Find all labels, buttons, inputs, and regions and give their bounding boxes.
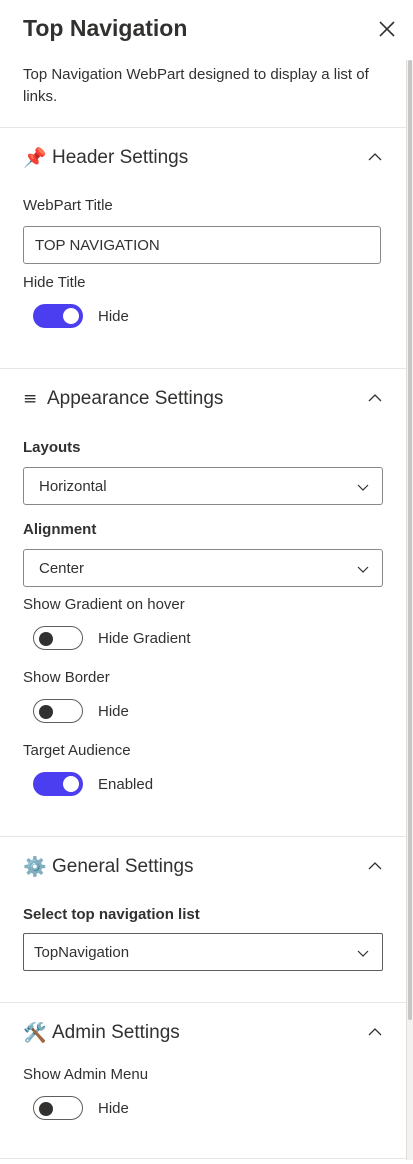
- admin-menu-label: Show Admin Menu: [23, 1066, 149, 1083]
- chevron-up-icon: [368, 862, 382, 870]
- chevron-up-icon: [368, 394, 382, 402]
- admin-menu-state: Hide: [98, 1100, 129, 1117]
- nav-list-label: Select top navigation list: [23, 906, 200, 923]
- divider: [0, 1002, 406, 1003]
- header-settings-title: Header Settings: [52, 147, 189, 168]
- header-settings-toggle[interactable]: 📌 Header Settings: [23, 145, 393, 175]
- hamburger-icon: ≡: [23, 389, 38, 409]
- chevron-down-icon: [357, 484, 369, 491]
- divider: [0, 1158, 406, 1159]
- close-icon: [379, 21, 395, 37]
- chevron-up-icon: [368, 1028, 382, 1036]
- audience-toggle[interactable]: [33, 772, 83, 796]
- hide-title-label: Hide Title: [23, 274, 86, 291]
- webpart-title-input[interactable]: TOP NAVIGATION: [23, 226, 381, 264]
- property-pane: Top Navigation Top Navigation WebPart de…: [0, 0, 413, 1164]
- border-toggle[interactable]: [33, 699, 83, 723]
- admin-settings-title: Admin Settings: [52, 1022, 180, 1043]
- nav-list-value: TopNavigation: [34, 944, 130, 961]
- webpart-title-label: WebPart Title: [23, 197, 113, 214]
- admin-settings-toggle[interactable]: 🛠️ Admin Settings: [23, 1020, 393, 1050]
- scrollbar-thumb[interactable]: [408, 60, 412, 1020]
- audience-label: Target Audience: [23, 742, 131, 759]
- gear-icon: ⚙️: [23, 856, 47, 878]
- close-button[interactable]: [372, 14, 402, 44]
- nav-list-dropdown[interactable]: TopNavigation: [23, 933, 383, 971]
- layouts-label: Layouts: [23, 439, 81, 456]
- chevron-up-icon: [368, 153, 382, 161]
- tools-icon: 🛠️: [23, 1022, 47, 1044]
- audience-state: Enabled: [98, 776, 154, 793]
- gradient-label: Show Gradient on hover: [23, 596, 185, 613]
- alignment-label: Alignment: [23, 521, 97, 538]
- chevron-down-icon: [357, 566, 369, 573]
- toggle-knob: [63, 776, 79, 792]
- webpart-title-value: TOP NAVIGATION: [35, 237, 160, 254]
- pane-description: Top Navigation WebPart designed to displ…: [23, 66, 369, 105]
- divider: [0, 836, 406, 837]
- appearance-settings-title: Appearance Settings: [47, 388, 224, 409]
- border-state: Hide: [98, 703, 129, 720]
- scrollbar[interactable]: [406, 60, 413, 1160]
- pushpin-icon: 📌: [23, 147, 47, 169]
- toggle-knob: [39, 632, 53, 646]
- chevron-down-icon: [357, 950, 369, 957]
- gradient-state: Hide Gradient: [98, 630, 191, 647]
- pane-title: Top Navigation: [23, 15, 188, 41]
- layouts-value: Horizontal: [39, 478, 107, 495]
- admin-menu-toggle[interactable]: [33, 1096, 83, 1120]
- gradient-toggle[interactable]: [33, 626, 83, 650]
- appearance-settings-toggle[interactable]: ≡ Appearance Settings: [23, 386, 393, 416]
- alignment-value: Center: [39, 560, 85, 577]
- layouts-dropdown[interactable]: Horizontal: [23, 467, 383, 505]
- general-settings-title: General Settings: [52, 856, 194, 877]
- divider: [0, 127, 406, 128]
- alignment-dropdown[interactable]: Center: [23, 549, 383, 587]
- toggle-knob: [63, 308, 79, 324]
- hide-title-toggle[interactable]: [33, 304, 83, 328]
- hide-title-state: Hide: [98, 308, 129, 325]
- border-label: Show Border: [23, 669, 110, 686]
- general-settings-toggle[interactable]: ⚙️ General Settings: [23, 854, 393, 884]
- toggle-knob: [39, 705, 53, 719]
- toggle-knob: [39, 1102, 53, 1116]
- divider: [0, 368, 406, 369]
